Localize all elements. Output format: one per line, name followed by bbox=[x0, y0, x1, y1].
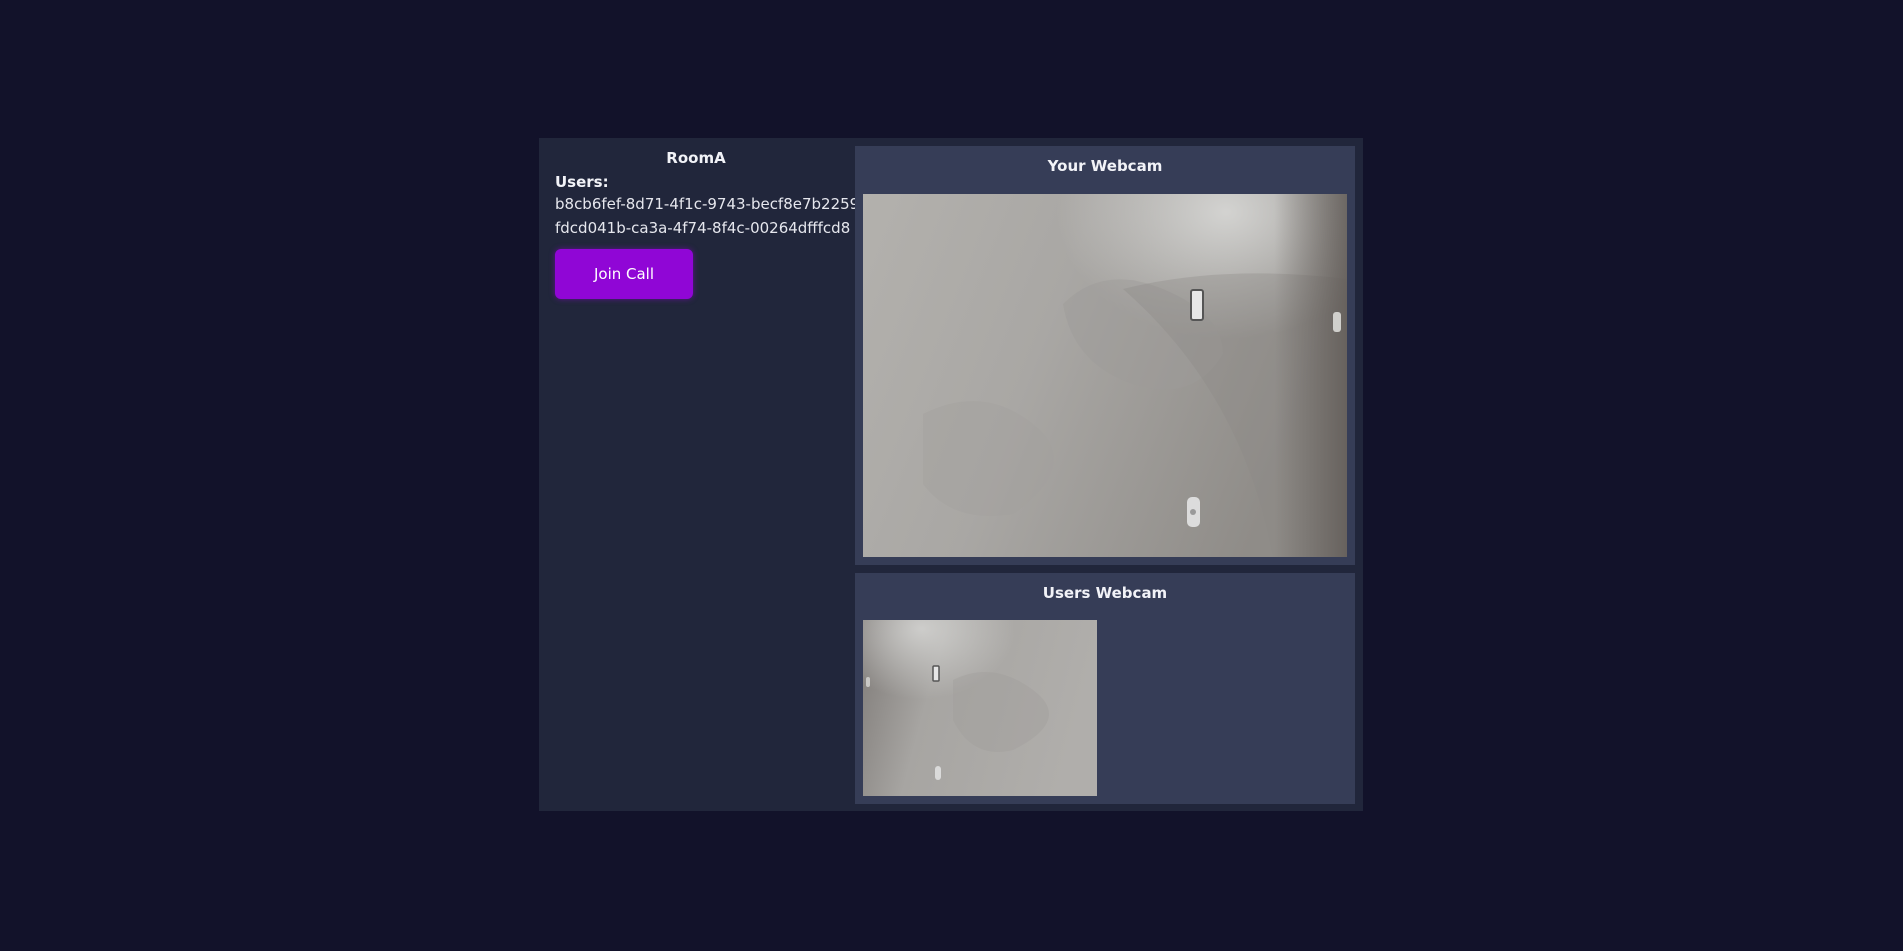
room-info-panel: RoomA Users: b8cb6fef-8d71-4f1c-9743-bec… bbox=[555, 148, 860, 299]
room-title: RoomA bbox=[666, 149, 726, 167]
user-list-item: fdcd041b-ca3a-4f74-8f4c-00264dfffcd8 bbox=[555, 219, 851, 237]
join-call-button[interactable]: Join Call bbox=[555, 249, 693, 299]
room-container: RoomA Users: b8cb6fef-8d71-4f1c-9743-bec… bbox=[539, 138, 1363, 811]
user-list-item: b8cb6fef-8d71-4f1c-9743-becf8e7b2259 bbox=[555, 195, 860, 213]
your-webcam-title: Your Webcam bbox=[1047, 157, 1163, 175]
users-webcam-panel: Users Webcam bbox=[855, 573, 1355, 804]
your-webcam-video[interactable] bbox=[863, 194, 1347, 557]
users-webcam-video[interactable] bbox=[863, 620, 1097, 796]
your-webcam-panel: Your Webcam bbox=[855, 146, 1355, 565]
users-label: Users: bbox=[555, 173, 609, 191]
users-webcam-title: Users Webcam bbox=[1042, 584, 1168, 602]
